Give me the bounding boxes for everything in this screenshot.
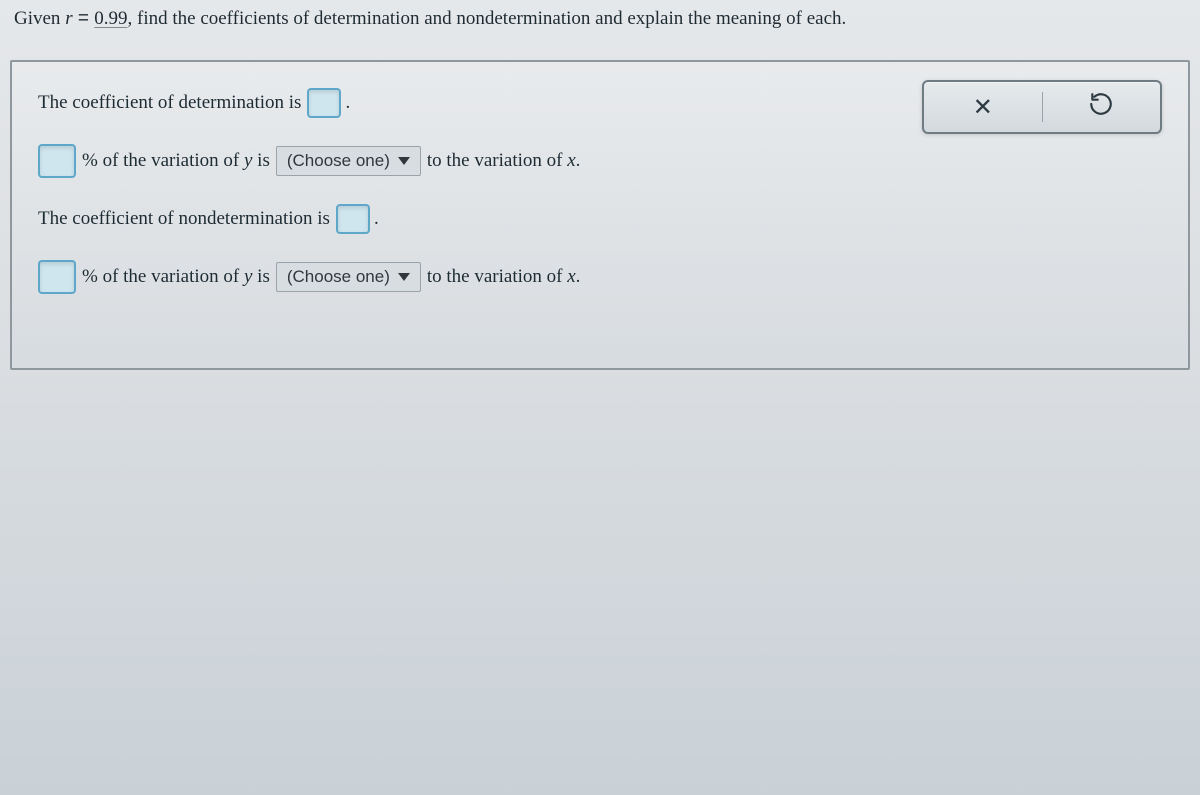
input-determination-percent[interactable] [38, 144, 76, 178]
text-pct-a-inner: % of the variation of [82, 150, 244, 171]
question-prefix: Given [14, 8, 65, 29]
text-to-var-2: to the variation of [427, 266, 567, 287]
text-is-2: is [252, 266, 269, 287]
text-pct-b: % of the variation of y is [82, 266, 270, 288]
input-determination-value[interactable] [307, 88, 341, 118]
input-nondetermination-percent[interactable] [38, 260, 76, 294]
text-pct-a: % of the variation of y is [82, 150, 270, 172]
line-nondetermination-explain: % of the variation of y is (Choose one) … [38, 260, 1162, 294]
text-to-var-1: to the variation of [427, 150, 567, 171]
variable-x-2: x [567, 266, 575, 287]
answer-toolbar: ✕ [922, 80, 1162, 134]
dropdown-label-1: (Choose one) [287, 151, 390, 171]
line-determination-explain: % of the variation of y is (Choose one) … [38, 144, 1162, 178]
text-to-variation-2: to the variation of x. [427, 266, 581, 288]
equals-sign: = [73, 8, 95, 29]
text-is-1: is [252, 150, 269, 171]
period-2: . [576, 150, 581, 171]
text-pct-b-inner: % of the variation of [82, 266, 244, 287]
clear-button[interactable]: ✕ [924, 82, 1042, 132]
question-suffix: , find the coefficients of determination… [128, 8, 847, 29]
period-3: . [374, 208, 379, 230]
question-prompt: Given r = 0.99, find the coefficients of… [0, 0, 1200, 44]
reset-button[interactable] [1043, 82, 1161, 132]
chevron-down-icon [398, 157, 410, 165]
input-nondetermination-value[interactable] [336, 204, 370, 234]
label-nondetermination: The coefficient of nondetermination is [38, 208, 330, 230]
variable-x-1: x [567, 150, 575, 171]
text-to-variation-1: to the variation of x. [427, 150, 581, 172]
dropdown-determination-relation[interactable]: (Choose one) [276, 146, 421, 176]
x-icon: ✕ [973, 93, 993, 122]
reset-icon [1088, 91, 1114, 123]
variable-r: r [65, 8, 72, 29]
label-determination: The coefficient of determination is [38, 92, 301, 114]
period-4: . [576, 266, 581, 287]
dropdown-label-2: (Choose one) [287, 267, 390, 287]
chevron-down-icon [398, 273, 410, 281]
r-value: 0.99 [94, 8, 127, 29]
dropdown-nondetermination-relation[interactable]: (Choose one) [276, 262, 421, 292]
page-root: Given r = 0.99, find the coefficients of… [0, 0, 1200, 795]
answer-panel: ✕ The coefficient of determination is . … [10, 60, 1190, 370]
line-nondetermination: The coefficient of nondetermination is . [38, 204, 1162, 234]
period-1: . [345, 92, 350, 114]
